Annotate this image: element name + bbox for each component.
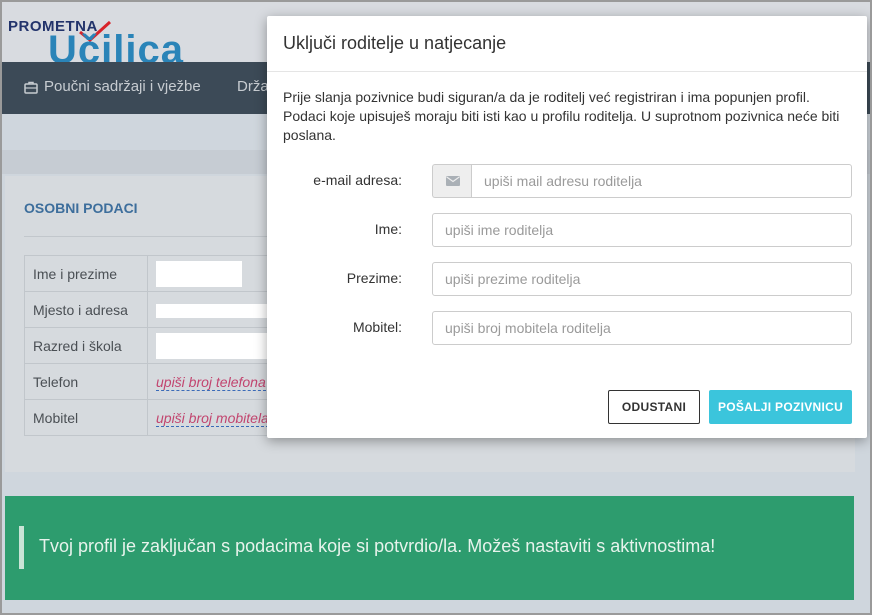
row-label-razred-skola: Razred i škola — [24, 327, 148, 364]
row-value-mobitel[interactable]: upiši broj mobitela — [147, 399, 285, 436]
last-name-row: Prezime: — [267, 262, 867, 296]
row-label-ime-prezime: Ime i prezime — [24, 255, 148, 292]
mobile-label: Mobitel: — [352, 319, 402, 335]
row-value-mjesto-adresa — [147, 291, 285, 328]
email-addon — [432, 164, 472, 198]
telefon-editable[interactable]: upiši broj telefona — [156, 373, 266, 391]
row-value-razred-skola — [147, 327, 285, 364]
nav-item-label: Poučni sadržaji i vježbe — [44, 78, 201, 95]
table-row: Mjesto i adresa — [24, 291, 285, 328]
cancel-button[interactable]: ODUSTANI — [608, 390, 700, 424]
row-value-telefon[interactable]: upiši broj telefona — [147, 363, 285, 400]
briefcase-icon — [24, 81, 38, 94]
success-alert: Tvoj profil je zaključan s podacima koje… — [5, 496, 854, 600]
row-label-mjesto-adresa: Mjesto i adresa — [24, 291, 148, 328]
envelope-icon — [445, 176, 460, 186]
alert-accent-bar — [19, 526, 24, 569]
invite-parent-modal: Uključi roditelje u natjecanje Prije sla… — [267, 16, 867, 438]
first-name-label: Ime: — [374, 221, 402, 237]
first-name-row: Ime: — [267, 213, 867, 247]
table-row: Ime i prezime — [24, 255, 285, 292]
email-label: e-mail adresa: — [313, 172, 402, 188]
nav-item-poucni-sadrzaji[interactable]: Poučni sadržaji i vježbe — [24, 62, 201, 114]
row-value-ime-prezime — [147, 255, 285, 292]
modal-intro-text: Prije slanja pozivnice budi siguran/a da… — [283, 89, 840, 143]
table-row: Razred i škola — [24, 327, 285, 364]
mobile-row: Mobitel: — [267, 311, 867, 345]
last-name-input[interactable] — [432, 262, 852, 296]
first-name-input[interactable] — [432, 213, 852, 247]
email-row: e-mail adresa: — [267, 164, 867, 198]
section-divider — [24, 236, 274, 237]
row-label-mobitel: Mobitel — [24, 399, 148, 436]
send-invitation-button[interactable]: POŠALJI POZIVNICU — [709, 390, 852, 424]
profile-section-title: OSOBNI PODACI — [24, 200, 138, 216]
last-name-label: Prezime: — [346, 270, 402, 286]
alert-text: Tvoj profil je zaključan s podacima koje… — [39, 536, 716, 556]
row-label-telefon: Telefon — [24, 363, 148, 400]
email-input[interactable] — [471, 164, 852, 198]
modal-title: Uključi roditelje u natjecanje — [283, 33, 507, 53]
profile-table: Ime i prezime Mjesto i adresa Razred i š… — [24, 255, 285, 436]
nav-item-drza[interactable]: Drža — [237, 62, 269, 114]
table-row: Telefon upiši broj telefona — [24, 363, 285, 400]
modal-header: Uključi roditelje u natjecanje — [267, 16, 867, 72]
mobitel-editable[interactable]: upiši broj mobitela — [156, 409, 269, 427]
table-row: Mobitel upiši broj mobitela — [24, 399, 285, 436]
mobile-input[interactable] — [432, 311, 852, 345]
nav-item-label: Drža — [237, 78, 269, 95]
